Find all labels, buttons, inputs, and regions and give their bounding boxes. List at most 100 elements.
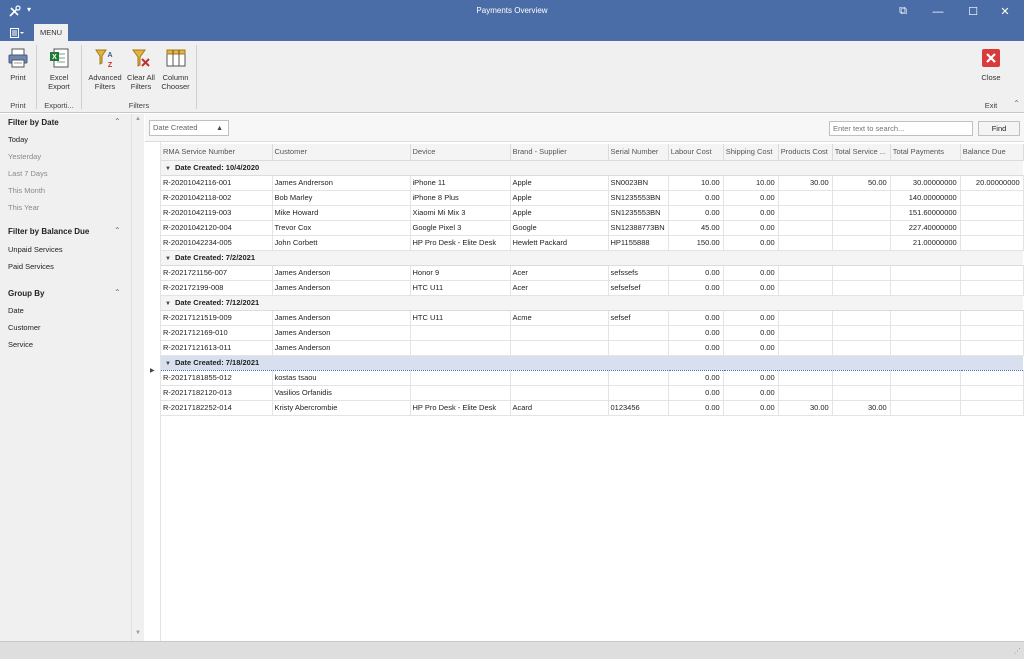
column-header[interactable]: Total Service ... bbox=[832, 144, 891, 161]
table-cell[interactable] bbox=[890, 265, 961, 281]
table-cell[interactable] bbox=[832, 280, 891, 296]
table-cell[interactable]: 151.60000000 bbox=[890, 205, 961, 221]
table-cell[interactable] bbox=[778, 220, 833, 236]
collapse-balance-section-icon[interactable]: ⌃ bbox=[114, 226, 121, 235]
table-cell[interactable]: Vasilios Orfanidis bbox=[272, 385, 411, 401]
filter-unpaid-services[interactable]: Unpaid Services bbox=[8, 245, 63, 254]
table-row[interactable]: R-20201042120-004 Trevor Cox Google Pixel … bbox=[161, 220, 1024, 236]
table-cell[interactable]: Google bbox=[510, 220, 609, 236]
table-cell[interactable]: HTC U11 bbox=[410, 280, 511, 296]
table-cell[interactable] bbox=[510, 385, 609, 401]
search-input[interactable] bbox=[829, 121, 973, 136]
table-cell[interactable]: R-20217121519-009 bbox=[161, 310, 273, 326]
table-cell[interactable] bbox=[960, 220, 1024, 236]
table-cell[interactable]: R-20201042120-004 bbox=[161, 220, 273, 236]
table-cell[interactable] bbox=[960, 235, 1024, 251]
table-cell[interactable] bbox=[890, 385, 961, 401]
table-cell[interactable] bbox=[608, 370, 669, 386]
print-button[interactable]: Print bbox=[4, 47, 32, 82]
table-cell[interactable] bbox=[832, 265, 891, 281]
table-cell[interactable] bbox=[832, 325, 891, 341]
table-cell[interactable] bbox=[832, 205, 891, 221]
filter-last-7-days[interactable]: Last 7 Days bbox=[8, 169, 48, 178]
column-header[interactable]: Brand - Supplier bbox=[510, 144, 609, 161]
table-cell[interactable]: 30.00 bbox=[778, 400, 833, 416]
table-cell[interactable]: 50.00 bbox=[832, 175, 891, 191]
table-cell[interactable] bbox=[778, 325, 833, 341]
table-cell[interactable]: 150.00 bbox=[668, 235, 724, 251]
table-cell[interactable] bbox=[778, 280, 833, 296]
table-cell[interactable]: 0.00 bbox=[668, 265, 724, 281]
table-row[interactable]: R-20217121519-009 James Anderson HTC U11 Ac… bbox=[161, 310, 1024, 326]
table-cell[interactable]: SN1235553BN bbox=[608, 190, 669, 206]
table-row[interactable]: R-20201042234-005 John Corbett HP Pro Desk… bbox=[161, 235, 1024, 251]
column-chooser-button[interactable]: Column Chooser bbox=[159, 47, 192, 91]
advanced-filters-button[interactable]: A Z Advanced Filters bbox=[86, 47, 124, 91]
table-row[interactable]: R-202172199-008 James Anderson HTC U11 Acer… bbox=[161, 280, 1024, 296]
table-cell[interactable]: HP1155888 bbox=[608, 235, 669, 251]
column-header[interactable]: Device bbox=[410, 144, 511, 161]
scroll-down-icon[interactable]: ▼ bbox=[135, 630, 141, 636]
table-cell[interactable] bbox=[832, 370, 891, 386]
table-cell[interactable] bbox=[778, 310, 833, 326]
table-row[interactable]: R-2021721156-007 James Anderson Honor 9 Ace… bbox=[161, 265, 1024, 281]
table-cell[interactable]: 30.00 bbox=[832, 400, 891, 416]
table-cell[interactable] bbox=[832, 190, 891, 206]
close-window-button[interactable]: ✕ bbox=[992, 2, 1018, 21]
table-cell[interactable]: 20.00000000 bbox=[960, 175, 1024, 191]
table-cell[interactable]: James Anderson bbox=[272, 280, 411, 296]
table-cell[interactable]: Mike Howard bbox=[272, 205, 411, 221]
group-row[interactable]: ▼ Date Created: 10/4/2020 bbox=[161, 160, 1024, 176]
table-row[interactable]: R-20217182252-014 Kristy Abercrombie HP Pr… bbox=[161, 400, 1024, 416]
table-cell[interactable] bbox=[410, 340, 511, 356]
table-row[interactable]: R-20201042116-001 James Andrerson iPhone 1… bbox=[161, 175, 1024, 191]
table-cell[interactable]: Acer bbox=[510, 265, 609, 281]
table-cell[interactable]: kostas tsaou bbox=[272, 370, 411, 386]
table-cell[interactable] bbox=[410, 325, 511, 341]
table-cell[interactable] bbox=[960, 385, 1024, 401]
table-cell[interactable] bbox=[960, 310, 1024, 326]
table-cell[interactable]: R-20217121613-011 bbox=[161, 340, 273, 356]
table-cell[interactable]: R-20217181855-012 bbox=[161, 370, 273, 386]
table-cell[interactable]: Acme bbox=[510, 310, 609, 326]
table-cell[interactable]: R-20201042116-001 bbox=[161, 175, 273, 191]
table-cell[interactable] bbox=[778, 370, 833, 386]
group-row[interactable]: ▼ Date Created: 7/18/2021 bbox=[161, 354, 1024, 371]
table-cell[interactable]: 0.00 bbox=[668, 340, 724, 356]
table-cell[interactable]: Apple bbox=[510, 205, 609, 221]
table-cell[interactable] bbox=[778, 265, 833, 281]
collapse-ribbon-icon[interactable]: ⌃ bbox=[1013, 99, 1020, 108]
column-header[interactable]: Shipping Cost bbox=[723, 144, 779, 161]
table-cell[interactable] bbox=[832, 235, 891, 251]
table-cell[interactable]: 227.40000000 bbox=[890, 220, 961, 236]
table-cell[interactable] bbox=[510, 325, 609, 341]
table-cell[interactable]: sefssefs bbox=[608, 265, 669, 281]
table-cell[interactable]: 0.00 bbox=[668, 325, 724, 341]
table-cell[interactable]: Acard bbox=[510, 400, 609, 416]
table-cell[interactable]: 0.00 bbox=[723, 325, 779, 341]
group-row[interactable]: ▼ Date Created: 7/2/2021 bbox=[161, 250, 1024, 266]
maximize-button[interactable]: ☐ bbox=[960, 2, 986, 21]
close-button[interactable]: Close bbox=[976, 47, 1006, 82]
table-cell[interactable]: James Anderson bbox=[272, 310, 411, 326]
column-header[interactable]: RMA Service Number bbox=[161, 144, 273, 161]
expand-group-icon[interactable]: ▼ bbox=[165, 166, 171, 172]
table-cell[interactable]: 0.00 bbox=[668, 190, 724, 206]
table-cell[interactable]: SN1235553BN bbox=[608, 205, 669, 221]
excel-export-button[interactable]: X Excel Export bbox=[42, 47, 76, 91]
app-menu-button[interactable] bbox=[6, 26, 28, 39]
table-cell[interactable]: Trevor Cox bbox=[272, 220, 411, 236]
filter-yesterday[interactable]: Yesterday bbox=[8, 152, 41, 161]
table-cell[interactable] bbox=[890, 400, 961, 416]
table-cell[interactable]: HTC U11 bbox=[410, 310, 511, 326]
table-cell[interactable]: 30.00 bbox=[778, 175, 833, 191]
column-header[interactable]: Balance Due bbox=[960, 144, 1024, 161]
table-cell[interactable]: R-20217182120-013 bbox=[161, 385, 273, 401]
column-header[interactable]: Customer bbox=[272, 144, 411, 161]
table-cell[interactable] bbox=[778, 340, 833, 356]
table-cell[interactable]: Bob Marley bbox=[272, 190, 411, 206]
table-cell[interactable]: R-20201042119-003 bbox=[161, 205, 273, 221]
group-by-customer[interactable]: Customer bbox=[8, 323, 41, 332]
table-cell[interactable]: sefsefsef bbox=[608, 280, 669, 296]
expand-group-icon[interactable]: ▼ bbox=[165, 256, 171, 262]
